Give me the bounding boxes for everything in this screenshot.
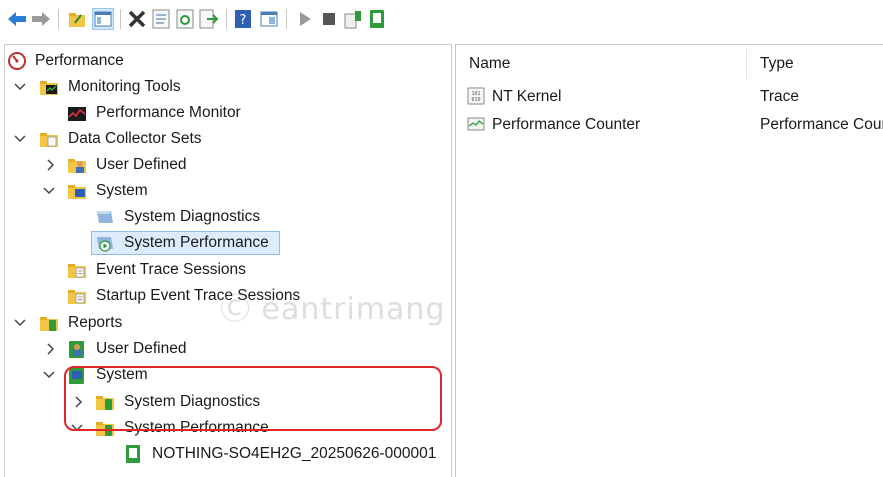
chevron-down-icon[interactable] <box>43 369 55 381</box>
forward-icon[interactable] <box>30 8 52 30</box>
column-divider[interactable] <box>746 49 747 79</box>
watermark: Ⓒ eantrimang <box>220 292 446 327</box>
details-list-pane: Name Type 101 010 NT Kernel Trace Perform… <box>455 44 883 477</box>
user-folder-icon <box>68 159 86 173</box>
list-item-name: NT Kernel <box>492 88 562 105</box>
system-folder-icon <box>68 185 86 199</box>
new-data-collector-icon[interactable] <box>342 8 364 30</box>
toolbar-separator <box>226 9 227 29</box>
stop-icon[interactable] <box>318 8 340 30</box>
latest-report-icon[interactable] <box>366 8 388 30</box>
list-item-name: Performance Counter <box>492 116 641 133</box>
refresh-icon[interactable] <box>174 8 196 30</box>
tree-item-dcs-system-performance[interactable]: System Performance <box>91 231 280 255</box>
export-list-icon[interactable] <box>198 8 220 30</box>
back-icon[interactable] <box>6 8 28 30</box>
toolbar-separator <box>286 9 287 29</box>
column-header-name[interactable]: Name <box>469 55 510 73</box>
properties-icon[interactable] <box>150 8 172 30</box>
data-collector-set-icon <box>97 211 113 223</box>
show-hide-tree-icon[interactable] <box>92 8 114 30</box>
list-item-type: Performance Counter <box>760 116 883 133</box>
data-collector-folder-icon <box>40 133 58 147</box>
tree-item-monitoring-tools[interactable]: Monitoring Tools <box>5 75 445 99</box>
tree-item-label: System Diagnostics <box>124 208 261 225</box>
performance-gauge-icon <box>8 52 26 70</box>
tree-item-performance-monitor[interactable]: Performance Monitor <box>5 101 445 125</box>
tree-item-label: System <box>96 182 148 199</box>
tree-item-rep-user-defined[interactable]: User Defined <box>5 337 445 361</box>
svg-text:010: 010 <box>471 97 480 103</box>
svg-text:?: ? <box>240 13 247 28</box>
tree-item-dcs-user-defined[interactable]: User Defined <box>5 153 445 177</box>
chevron-down-icon[interactable] <box>43 185 55 197</box>
performance-counter-icon <box>467 117 485 131</box>
chevron-right-icon[interactable] <box>45 343 57 355</box>
highlight-annotation-box <box>64 366 442 431</box>
chevron-down-icon[interactable] <box>14 133 26 145</box>
trace-folder-icon <box>68 290 86 304</box>
tree-item-label: User Defined <box>96 156 187 173</box>
toolbar: ? <box>0 0 883 40</box>
tree-item-data-collector-sets[interactable]: Data Collector Sets <box>5 127 445 151</box>
tree-item-report-file[interactable]: NOTHING-SO4EH2G_20250626-000001 <box>5 442 445 466</box>
trace-folder-icon <box>68 264 86 278</box>
tree-item-label: Monitoring Tools <box>68 78 181 95</box>
monitoring-tools-folder-icon <box>40 81 58 95</box>
view-icon[interactable] <box>258 8 280 30</box>
toolbar-separator <box>58 9 59 29</box>
report-file-icon <box>126 445 140 463</box>
delete-icon[interactable] <box>126 8 148 30</box>
tree-item-label: Performance <box>35 52 124 69</box>
performance-monitor-icon <box>68 107 86 121</box>
help-icon[interactable]: ? <box>232 8 254 30</box>
tree-item-dcs-system-diagnostics[interactable]: System Diagnostics <box>5 205 445 229</box>
trace-file-icon: 101010 <box>467 87 485 105</box>
chevron-right-icon[interactable] <box>45 159 57 171</box>
running-collector-set-icon <box>97 237 113 252</box>
tree-item-label: System Performance <box>124 234 269 251</box>
tree-item-label: Reports <box>68 314 123 331</box>
tree-item-label: Performance Monitor <box>96 104 241 121</box>
tree-item-label: Event Trace Sessions <box>96 261 246 278</box>
chevron-down-icon[interactable] <box>14 317 26 329</box>
toolbar-separator <box>120 9 121 29</box>
tree-item-performance[interactable]: Performance <box>5 49 445 73</box>
up-folder-icon[interactable] <box>66 8 88 30</box>
start-icon[interactable] <box>294 8 316 30</box>
tree-item-label: User Defined <box>96 340 187 357</box>
column-header-type[interactable]: Type <box>760 55 794 73</box>
chevron-down-icon[interactable] <box>14 81 26 93</box>
list-item-type: Trace <box>760 88 800 105</box>
tree-item-dcs-system[interactable]: System <box>5 179 445 203</box>
tree-item-label: NOTHING-SO4EH2G_20250626-000001 <box>152 445 437 462</box>
reports-folder-icon <box>40 317 58 331</box>
tree-item-label: Data Collector Sets <box>68 130 202 147</box>
user-report-icon <box>69 341 84 358</box>
tree-item-event-trace-sessions[interactable]: Event Trace Sessions <box>5 258 445 282</box>
